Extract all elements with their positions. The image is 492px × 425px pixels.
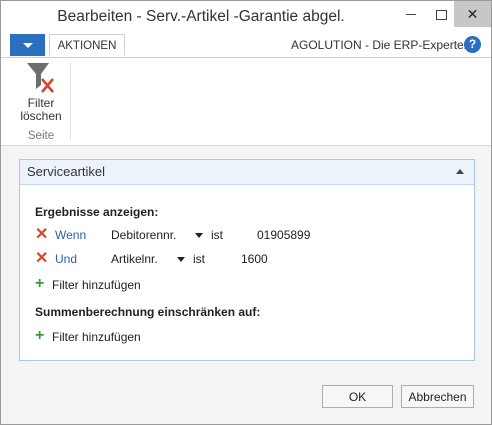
minimize-button[interactable] [396,1,426,27]
add-filter-label: Filter hinzufügen [52,278,141,292]
filter-operator: ist [211,228,223,242]
panel-title: Serviceartikel [27,164,106,179]
plus-icon: + [35,327,45,344]
filter-conjunction[interactable]: Und [55,252,77,266]
filter-operator: ist [193,252,205,266]
field-dropdown-icon[interactable] [195,233,203,238]
maximize-button[interactable] [426,1,456,27]
plus-icon: + [35,275,45,292]
app-menu-button[interactable] [10,34,45,56]
filter-field[interactable]: Artikelnr. [111,252,158,266]
cancel-button[interactable]: Abbrechen [401,385,474,408]
sum-heading: Summenberechnung einschränken auf: [35,305,261,319]
results-heading: Ergebnisse anzeigen: [35,205,159,219]
maximize-icon [435,9,447,20]
filter-value[interactable]: 1600 [241,252,268,266]
minimize-icon [406,14,416,16]
filter-value[interactable]: 01905899 [257,228,310,242]
filter-conjunction[interactable]: Wenn [55,228,86,242]
tab-aktionen[interactable]: AKTIONEN [49,34,125,56]
filter-row: ✕ Wenn Debitorennr. ist 01905899 [35,227,455,245]
filter-row: ✕ Und Artikelnr. ist 1600 [35,251,455,269]
collapse-icon[interactable] [456,169,464,174]
ribbon-group-name: Seite [27,130,55,142]
help-icon[interactable]: ? [464,36,481,53]
panel-header[interactable]: Serviceartikel [20,160,474,185]
clear-filter-label-2: löschen [20,109,62,123]
remove-filter-icon[interactable]: ✕ [35,251,48,267]
ribbon-group-divider [70,62,71,140]
ribbon: Filter löschen Seite [1,58,491,146]
clear-filter-button[interactable]: Filter löschen [15,61,67,123]
field-dropdown-icon[interactable] [177,257,185,262]
dialog-window: Bearbeiten - Serv.-Artikel -Garantie abg… [0,0,492,425]
add-sum-filter-label: Filter hinzufügen [52,330,141,344]
remove-filter-icon[interactable]: ✕ [35,227,48,243]
filter-panel: Serviceartikel Ergebnisse anzeigen: ✕ We… [19,159,475,361]
brand-text: AGOLUTION - Die ERP-Experten [291,38,471,52]
ribbon-tab-bar: AKTIONEN AGOLUTION - Die ERP-Experten ? [1,33,491,58]
clear-filter-icon [27,63,54,93]
close-icon: ✕ [466,6,479,22]
close-button[interactable]: ✕ [454,1,491,27]
title-bar: Bearbeiten - Serv.-Artikel -Garantie abg… [1,1,491,33]
window-title: Bearbeiten - Serv.-Artikel -Garantie abg… [57,8,345,25]
ok-button[interactable]: OK [322,385,393,408]
filter-field[interactable]: Debitorennr. [111,228,176,242]
